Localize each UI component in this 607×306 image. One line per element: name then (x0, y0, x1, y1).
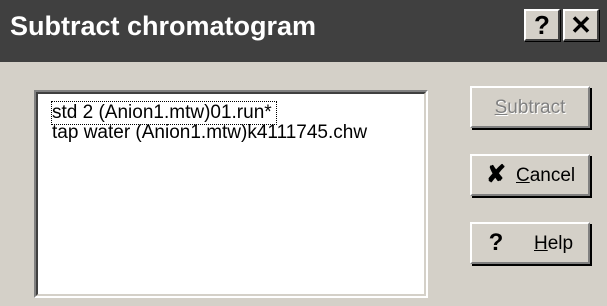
dialog-title: Subtract chromatogram (10, 11, 317, 41)
cancel-button-label: Cancel (516, 165, 576, 186)
title-bar[interactable]: Subtract chromatogram ? ✕ (0, 0, 607, 62)
question-mark-icon: ? (534, 10, 550, 40)
cancel-x-icon: ✘ (485, 161, 507, 188)
help-button[interactable]: ? Help (470, 222, 590, 264)
chromatogram-list[interactable]: std 2 (Anion1.mtw)01.run* tap water (Ani… (36, 92, 426, 296)
dialog-body: std 2 (Anion1.mtw)01.run* tap water (Ani… (0, 62, 607, 306)
subtract-button[interactable]: Subtract (470, 86, 590, 128)
context-help-button[interactable]: ? (524, 9, 560, 41)
cancel-button[interactable]: ✘ Cancel (470, 154, 590, 196)
question-mark-icon: ? (488, 229, 504, 256)
list-item[interactable]: std 2 (Anion1.mtw)01.run* (51, 101, 277, 125)
close-button[interactable]: ✕ (563, 9, 599, 41)
help-button-label: Help (534, 233, 574, 254)
chromatogram-list-frame: std 2 (Anion1.mtw)01.run* tap water (Ani… (34, 90, 428, 298)
close-icon: ✕ (570, 10, 592, 40)
list-item[interactable]: tap water (Anion1.mtw)k4111745.chw (52, 122, 367, 144)
subtract-button-label: Subtract (494, 97, 566, 118)
